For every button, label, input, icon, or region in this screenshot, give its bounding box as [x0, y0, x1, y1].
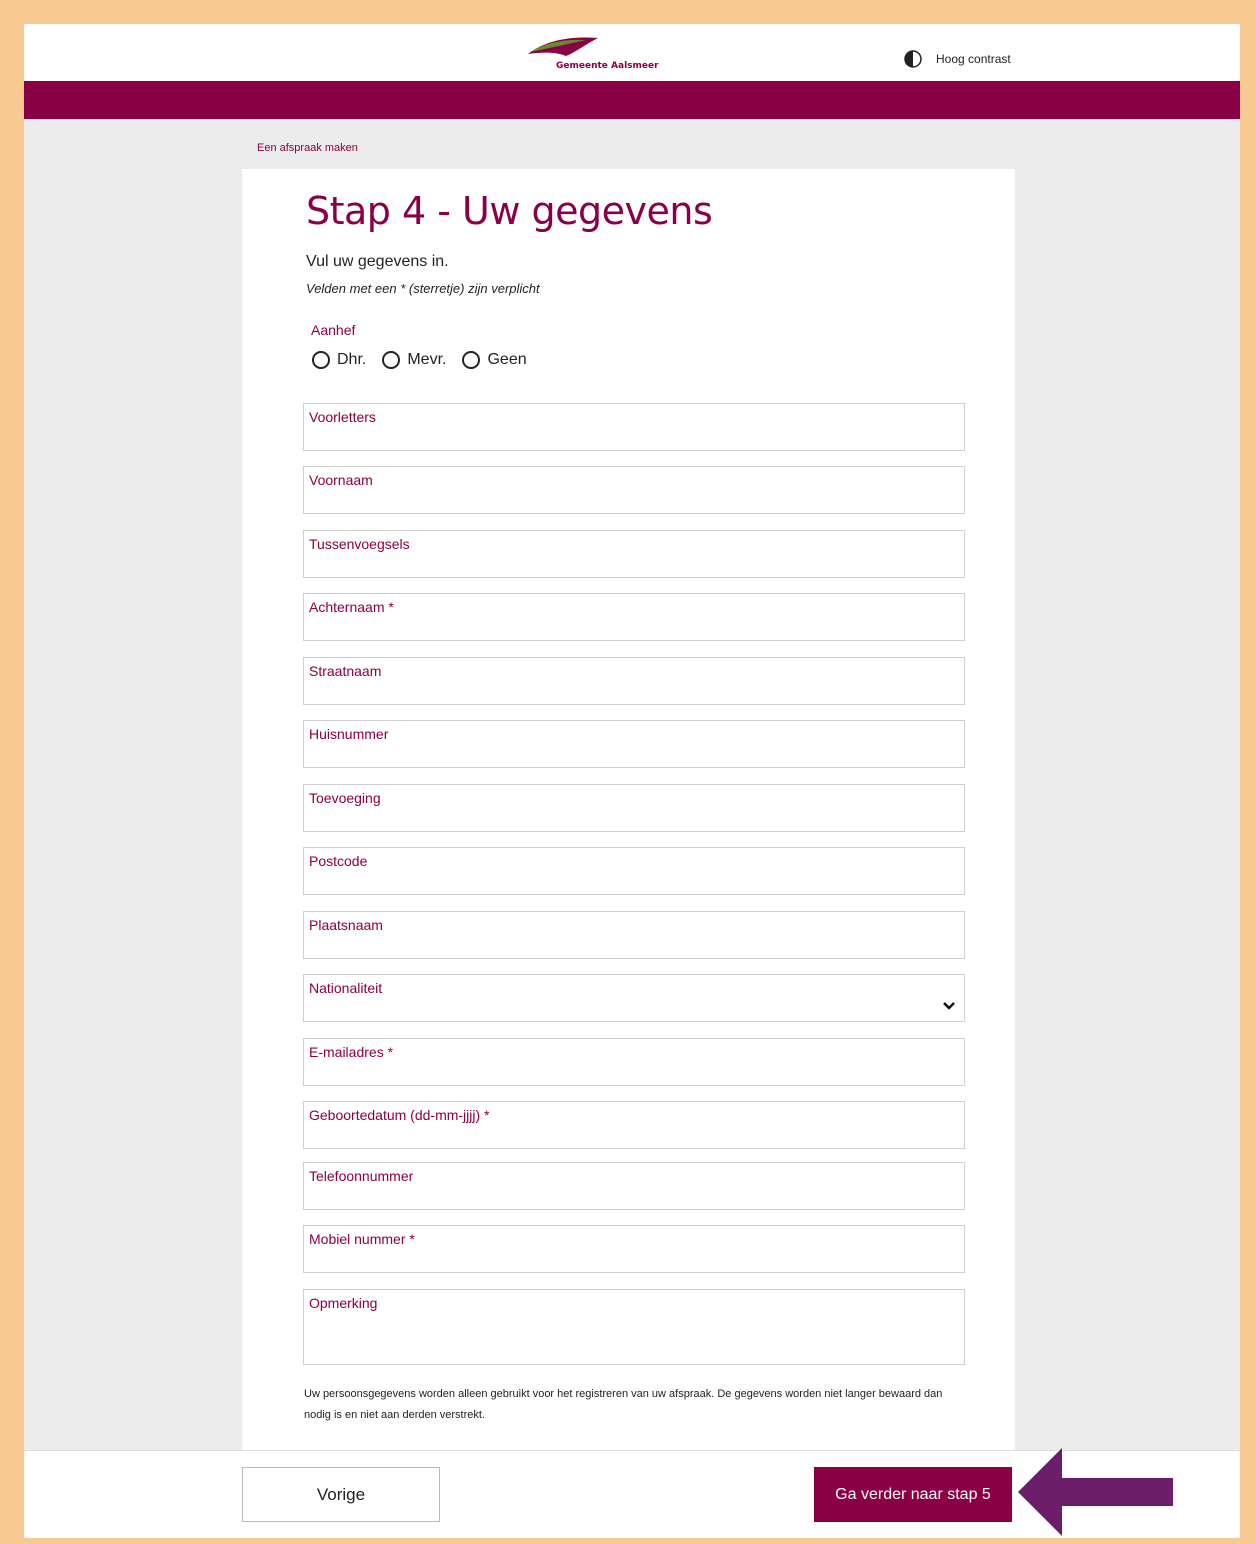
field-label: Geboortedatum (dd-mm-jjjj) *	[309, 1107, 490, 1123]
aanhef-label: Aanhef	[311, 322, 356, 338]
field-label: E-mailadres *	[309, 1044, 394, 1060]
geboortedatum-field[interactable]: Geboortedatum (dd-mm-jjjj) *	[303, 1101, 965, 1149]
telefoonnummer-field[interactable]: Telefoonnummer	[303, 1162, 965, 1210]
high-contrast-label: Hoog contrast	[936, 52, 1011, 66]
opmerking-textarea[interactable]: Opmerking	[303, 1289, 965, 1365]
email-field[interactable]: E-mailadres *	[303, 1038, 965, 1086]
nationaliteit-select[interactable]: Nationaliteit	[303, 974, 965, 1022]
postcode-field[interactable]: Postcode	[303, 847, 965, 895]
radio-circle-icon[interactable]	[312, 351, 330, 369]
radio-label-mevr: Mevr.	[407, 351, 447, 368]
half-circle-contrast-icon	[904, 50, 922, 68]
breadcrumb-link[interactable]: Een afspraak maken	[257, 142, 358, 154]
straatnaam-field[interactable]: Straatnaam	[303, 657, 965, 705]
huisnummer-field[interactable]: Huisnummer	[303, 720, 965, 768]
voorletters-field[interactable]: Voorletters	[303, 403, 965, 451]
field-label: Nationaliteit	[309, 980, 383, 996]
required-note: Velden met een * (sterretje) zijn verpli…	[306, 281, 540, 296]
field-label: Mobiel nummer *	[309, 1231, 415, 1247]
field-label: Telefoonnummer	[309, 1168, 414, 1184]
radio-dhr[interactable]: Dhr.	[312, 351, 366, 369]
page-title: Stap 4 - Uw gegevens	[306, 189, 713, 233]
achternaam-field[interactable]: Achternaam *	[303, 593, 965, 641]
radio-label-dhr: Dhr.	[337, 351, 367, 368]
privacy-notice: Uw persoonsgegevens worden alleen gebrui…	[304, 1388, 943, 1421]
radio-circle-icon[interactable]	[382, 351, 401, 369]
field-label: Voorletters	[309, 409, 376, 425]
plaatsnaam-field[interactable]: Plaatsnaam	[303, 911, 965, 959]
field-label: Voornaam	[309, 472, 373, 488]
arrow-left-pointer-icon	[1018, 1448, 1173, 1536]
voornaam-field[interactable]: Voornaam	[303, 466, 965, 514]
field-label: Toevoeging	[309, 790, 381, 806]
high-contrast-toggle[interactable]: Hoog contrast	[904, 50, 1011, 68]
field-label: Achternaam *	[309, 599, 394, 615]
form-intro: Vul uw gegevens in.	[306, 253, 449, 270]
radio-mevr[interactable]: Mevr.	[382, 351, 446, 369]
next-step-button[interactable]: Ga verder naar stap 5	[814, 1467, 1012, 1522]
field-label: Tussenvoegsels	[309, 536, 410, 552]
field-label: Straatnaam	[309, 663, 382, 679]
page-frame: Gemeente Aalsmeer Hoog contrast Een afsp…	[24, 24, 1240, 1538]
gemeente-logo[interactable]: Gemeente Aalsmeer	[526, 30, 666, 78]
toevoeging-field[interactable]: Toevoeging	[303, 784, 965, 832]
top-header: Gemeente Aalsmeer Hoog contrast	[24, 24, 1240, 81]
form-card: Stap 4 - Uw gegevens Vul uw gegevens in.…	[242, 169, 1015, 1459]
radio-circle-icon[interactable]	[462, 351, 481, 369]
radio-label-geen: Geen	[487, 351, 527, 368]
field-label: Opmerking	[309, 1295, 378, 1311]
brand-band	[24, 81, 1240, 119]
chevron-down-icon[interactable]	[942, 1001, 956, 1011]
mobiel-nummer-field[interactable]: Mobiel nummer *	[303, 1225, 965, 1273]
field-label: Huisnummer	[309, 726, 389, 742]
radio-geen[interactable]: Geen	[462, 351, 527, 369]
logo-leaf-icon	[528, 37, 598, 56]
field-label: Plaatsnaam	[309, 917, 383, 933]
previous-button[interactable]: Vorige	[242, 1467, 440, 1522]
aanhef-radio-group: Dhr. Mevr. Geen	[312, 351, 543, 369]
tussenvoegsels-field[interactable]: Tussenvoegsels	[303, 530, 965, 578]
logo-text: Gemeente Aalsmeer	[556, 61, 659, 71]
field-label: Postcode	[309, 853, 368, 869]
